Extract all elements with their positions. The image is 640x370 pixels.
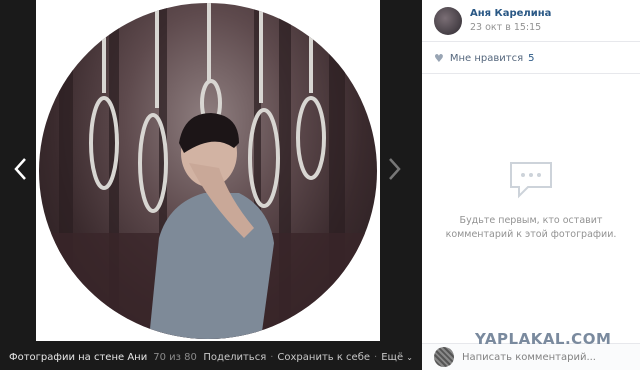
post-time[interactable]: 23 окт в 15:15: [470, 22, 551, 33]
share-button[interactable]: Поделиться: [203, 352, 266, 363]
heart-icon: ♥: [434, 52, 444, 65]
photo-counter: 70 из 80: [153, 352, 197, 363]
chevron-down-icon: ⌄: [406, 353, 413, 362]
avatar: [434, 347, 454, 367]
like-button[interactable]: ♥ Мне нравится 5: [434, 52, 535, 65]
prev-photo-button[interactable]: [10, 152, 30, 186]
separator-dot: ·: [374, 352, 378, 363]
info-panel: Аня Карелина 23 окт в 15:15 ♥ Мне нравит…: [422, 0, 640, 370]
photo-image: [39, 3, 377, 339]
author-block: Аня Карелина 23 окт в 15:15: [422, 0, 640, 42]
separator-dot: ·: [270, 352, 274, 363]
watermark: YAPLAKAL.COM: [475, 330, 612, 348]
more-label: Ещё: [381, 352, 404, 363]
more-button[interactable]: Ещё ⌄: [381, 352, 413, 363]
photo-viewer: Фотографии на стене Ани 70 из 80 Поделит…: [0, 0, 422, 370]
album-link[interactable]: Фотографии на стене Ани: [9, 352, 147, 363]
comment-bubble-icon: [510, 162, 552, 199]
chevron-left-icon: [14, 158, 26, 180]
photo-footer: Фотографии на стене Ани 70 из 80 Поделит…: [0, 345, 422, 370]
like-label: Мне нравится: [449, 53, 524, 64]
divider: [422, 73, 640, 74]
chevron-right-icon: [389, 158, 401, 180]
photo[interactable]: [36, 0, 380, 341]
comment-input[interactable]: [462, 351, 622, 363]
next-photo-button[interactable]: [385, 152, 405, 186]
photo-actions: Поделиться · Сохранить к себе · Ещё ⌄: [203, 352, 413, 363]
author-name[interactable]: Аня Карелина: [470, 8, 551, 19]
empty-comments: Будьте первым, кто оставит комментарий к…: [422, 160, 640, 242]
avatar[interactable]: [434, 6, 462, 35]
empty-comments-text: Будьте первым, кто оставит комментарий к…: [445, 215, 617, 240]
save-button[interactable]: Сохранить к себе: [277, 352, 370, 363]
like-count: 5: [528, 53, 535, 64]
